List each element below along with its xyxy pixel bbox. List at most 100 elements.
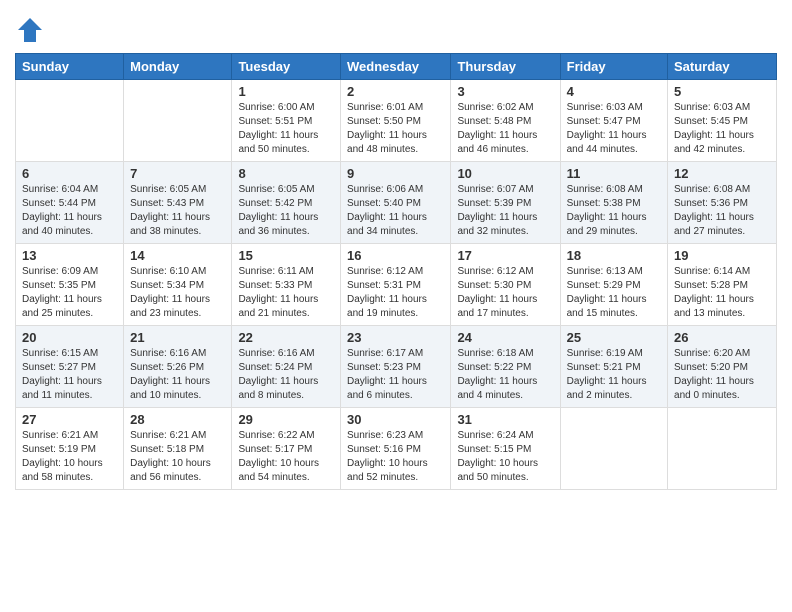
weekday-header: Wednesday bbox=[341, 54, 451, 80]
calendar-week-row: 13 Sunrise: 6:09 AMSunset: 5:35 PMDaylig… bbox=[16, 244, 777, 326]
day-number: 24 bbox=[457, 330, 553, 345]
day-number: 8 bbox=[238, 166, 334, 181]
day-number: 23 bbox=[347, 330, 444, 345]
calendar-cell bbox=[668, 408, 777, 490]
calendar-cell: 14 Sunrise: 6:10 AMSunset: 5:34 PMDaylig… bbox=[124, 244, 232, 326]
day-detail: Sunrise: 6:10 AMSunset: 5:34 PMDaylight:… bbox=[130, 265, 225, 321]
day-detail: Sunrise: 6:04 AMSunset: 5:44 PMDaylight:… bbox=[22, 183, 117, 239]
day-number: 4 bbox=[567, 84, 661, 99]
weekday-header: Friday bbox=[560, 54, 667, 80]
day-detail: Sunrise: 6:21 AMSunset: 5:18 PMDaylight:… bbox=[130, 429, 225, 485]
calendar-cell: 31 Sunrise: 6:24 AMSunset: 5:15 PMDaylig… bbox=[451, 408, 560, 490]
weekday-header: Monday bbox=[124, 54, 232, 80]
day-number: 18 bbox=[567, 248, 661, 263]
day-number: 3 bbox=[457, 84, 553, 99]
calendar-cell: 26 Sunrise: 6:20 AMSunset: 5:20 PMDaylig… bbox=[668, 326, 777, 408]
day-detail: Sunrise: 6:23 AMSunset: 5:16 PMDaylight:… bbox=[347, 429, 444, 485]
day-number: 17 bbox=[457, 248, 553, 263]
day-detail: Sunrise: 6:02 AMSunset: 5:48 PMDaylight:… bbox=[457, 101, 553, 157]
day-number: 19 bbox=[674, 248, 770, 263]
day-detail: Sunrise: 6:16 AMSunset: 5:24 PMDaylight:… bbox=[238, 347, 334, 403]
day-detail: Sunrise: 6:12 AMSunset: 5:30 PMDaylight:… bbox=[457, 265, 553, 321]
calendar-cell: 16 Sunrise: 6:12 AMSunset: 5:31 PMDaylig… bbox=[341, 244, 451, 326]
day-detail: Sunrise: 6:05 AMSunset: 5:42 PMDaylight:… bbox=[238, 183, 334, 239]
calendar-cell: 19 Sunrise: 6:14 AMSunset: 5:28 PMDaylig… bbox=[668, 244, 777, 326]
weekday-header: Sunday bbox=[16, 54, 124, 80]
page-container: SundayMondayTuesdayWednesdayThursdayFrid… bbox=[0, 0, 792, 500]
day-detail: Sunrise: 6:03 AMSunset: 5:45 PMDaylight:… bbox=[674, 101, 770, 157]
weekday-header: Tuesday bbox=[232, 54, 341, 80]
day-number: 25 bbox=[567, 330, 661, 345]
calendar-cell: 2 Sunrise: 6:01 AMSunset: 5:50 PMDayligh… bbox=[341, 80, 451, 162]
day-number: 16 bbox=[347, 248, 444, 263]
day-number: 27 bbox=[22, 412, 117, 427]
day-detail: Sunrise: 6:06 AMSunset: 5:40 PMDaylight:… bbox=[347, 183, 444, 239]
day-number: 31 bbox=[457, 412, 553, 427]
day-number: 26 bbox=[674, 330, 770, 345]
day-number: 11 bbox=[567, 166, 661, 181]
day-detail: Sunrise: 6:08 AMSunset: 5:36 PMDaylight:… bbox=[674, 183, 770, 239]
day-number: 1 bbox=[238, 84, 334, 99]
day-detail: Sunrise: 6:17 AMSunset: 5:23 PMDaylight:… bbox=[347, 347, 444, 403]
weekday-header: Thursday bbox=[451, 54, 560, 80]
calendar-cell: 24 Sunrise: 6:18 AMSunset: 5:22 PMDaylig… bbox=[451, 326, 560, 408]
calendar-cell: 6 Sunrise: 6:04 AMSunset: 5:44 PMDayligh… bbox=[16, 162, 124, 244]
calendar-cell: 10 Sunrise: 6:07 AMSunset: 5:39 PMDaylig… bbox=[451, 162, 560, 244]
day-number: 5 bbox=[674, 84, 770, 99]
calendar-cell bbox=[124, 80, 232, 162]
day-detail: Sunrise: 6:19 AMSunset: 5:21 PMDaylight:… bbox=[567, 347, 661, 403]
calendar-cell: 7 Sunrise: 6:05 AMSunset: 5:43 PMDayligh… bbox=[124, 162, 232, 244]
day-detail: Sunrise: 6:16 AMSunset: 5:26 PMDaylight:… bbox=[130, 347, 225, 403]
day-number: 2 bbox=[347, 84, 444, 99]
calendar-cell: 1 Sunrise: 6:00 AMSunset: 5:51 PMDayligh… bbox=[232, 80, 341, 162]
calendar-cell: 4 Sunrise: 6:03 AMSunset: 5:47 PMDayligh… bbox=[560, 80, 667, 162]
calendar-table: SundayMondayTuesdayWednesdayThursdayFrid… bbox=[15, 53, 777, 490]
calendar-cell: 22 Sunrise: 6:16 AMSunset: 5:24 PMDaylig… bbox=[232, 326, 341, 408]
day-detail: Sunrise: 6:14 AMSunset: 5:28 PMDaylight:… bbox=[674, 265, 770, 321]
day-number: 6 bbox=[22, 166, 117, 181]
day-detail: Sunrise: 6:21 AMSunset: 5:19 PMDaylight:… bbox=[22, 429, 117, 485]
calendar-header-row: SundayMondayTuesdayWednesdayThursdayFrid… bbox=[16, 54, 777, 80]
calendar-week-row: 6 Sunrise: 6:04 AMSunset: 5:44 PMDayligh… bbox=[16, 162, 777, 244]
calendar-cell: 8 Sunrise: 6:05 AMSunset: 5:42 PMDayligh… bbox=[232, 162, 341, 244]
day-number: 28 bbox=[130, 412, 225, 427]
calendar-cell: 28 Sunrise: 6:21 AMSunset: 5:18 PMDaylig… bbox=[124, 408, 232, 490]
calendar-cell: 11 Sunrise: 6:08 AMSunset: 5:38 PMDaylig… bbox=[560, 162, 667, 244]
day-detail: Sunrise: 6:24 AMSunset: 5:15 PMDaylight:… bbox=[457, 429, 553, 485]
calendar-week-row: 1 Sunrise: 6:00 AMSunset: 5:51 PMDayligh… bbox=[16, 80, 777, 162]
calendar-cell: 18 Sunrise: 6:13 AMSunset: 5:29 PMDaylig… bbox=[560, 244, 667, 326]
calendar-cell bbox=[16, 80, 124, 162]
calendar-cell: 13 Sunrise: 6:09 AMSunset: 5:35 PMDaylig… bbox=[16, 244, 124, 326]
day-detail: Sunrise: 6:03 AMSunset: 5:47 PMDaylight:… bbox=[567, 101, 661, 157]
day-detail: Sunrise: 6:22 AMSunset: 5:17 PMDaylight:… bbox=[238, 429, 334, 485]
day-number: 22 bbox=[238, 330, 334, 345]
calendar-cell: 20 Sunrise: 6:15 AMSunset: 5:27 PMDaylig… bbox=[16, 326, 124, 408]
calendar-cell: 27 Sunrise: 6:21 AMSunset: 5:19 PMDaylig… bbox=[16, 408, 124, 490]
day-number: 20 bbox=[22, 330, 117, 345]
calendar-cell: 25 Sunrise: 6:19 AMSunset: 5:21 PMDaylig… bbox=[560, 326, 667, 408]
day-number: 7 bbox=[130, 166, 225, 181]
day-number: 14 bbox=[130, 248, 225, 263]
day-number: 29 bbox=[238, 412, 334, 427]
day-detail: Sunrise: 6:07 AMSunset: 5:39 PMDaylight:… bbox=[457, 183, 553, 239]
day-detail: Sunrise: 6:00 AMSunset: 5:51 PMDaylight:… bbox=[238, 101, 334, 157]
day-detail: Sunrise: 6:05 AMSunset: 5:43 PMDaylight:… bbox=[130, 183, 225, 239]
day-detail: Sunrise: 6:08 AMSunset: 5:38 PMDaylight:… bbox=[567, 183, 661, 239]
logo bbox=[15, 15, 49, 45]
calendar-week-row: 20 Sunrise: 6:15 AMSunset: 5:27 PMDaylig… bbox=[16, 326, 777, 408]
day-number: 30 bbox=[347, 412, 444, 427]
day-detail: Sunrise: 6:13 AMSunset: 5:29 PMDaylight:… bbox=[567, 265, 661, 321]
calendar-cell: 30 Sunrise: 6:23 AMSunset: 5:16 PMDaylig… bbox=[341, 408, 451, 490]
header bbox=[15, 10, 777, 45]
day-detail: Sunrise: 6:11 AMSunset: 5:33 PMDaylight:… bbox=[238, 265, 334, 321]
calendar-cell bbox=[560, 408, 667, 490]
calendar-cell: 17 Sunrise: 6:12 AMSunset: 5:30 PMDaylig… bbox=[451, 244, 560, 326]
weekday-header: Saturday bbox=[668, 54, 777, 80]
calendar-cell: 12 Sunrise: 6:08 AMSunset: 5:36 PMDaylig… bbox=[668, 162, 777, 244]
day-number: 21 bbox=[130, 330, 225, 345]
day-detail: Sunrise: 6:01 AMSunset: 5:50 PMDaylight:… bbox=[347, 101, 444, 157]
day-detail: Sunrise: 6:18 AMSunset: 5:22 PMDaylight:… bbox=[457, 347, 553, 403]
day-number: 10 bbox=[457, 166, 553, 181]
day-detail: Sunrise: 6:15 AMSunset: 5:27 PMDaylight:… bbox=[22, 347, 117, 403]
calendar-cell: 9 Sunrise: 6:06 AMSunset: 5:40 PMDayligh… bbox=[341, 162, 451, 244]
